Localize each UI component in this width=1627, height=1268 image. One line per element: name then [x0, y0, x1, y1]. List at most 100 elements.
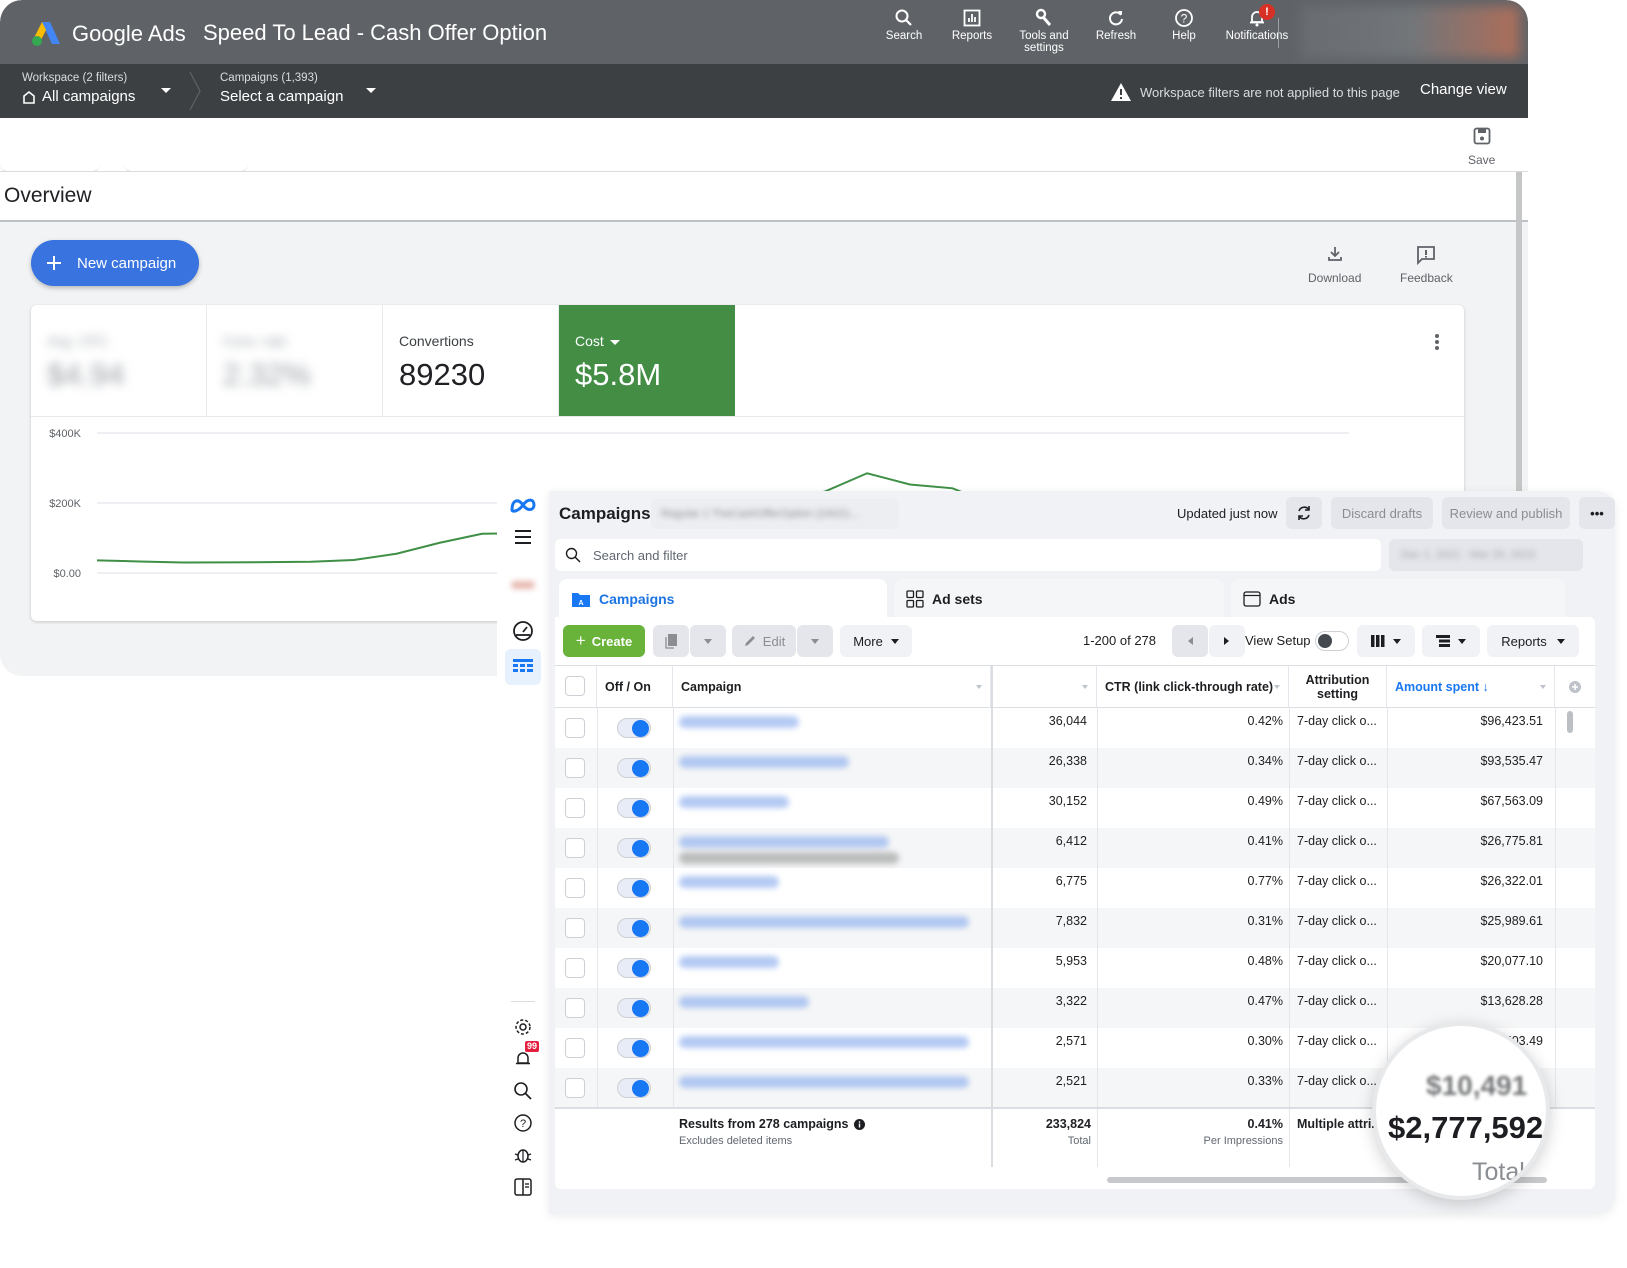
row-checkbox[interactable]	[565, 798, 585, 818]
table-row[interactable]: 6,775 0.77% 7-day click o... $26,322.01	[555, 868, 1595, 908]
campaign-name-link[interactable]	[679, 876, 779, 888]
tools-settings-button[interactable]: Tools and settings	[1006, 8, 1082, 54]
tab-ad-sets[interactable]: Ad sets	[894, 579, 1224, 619]
table-row[interactable]: 6,412 0.41% 7-day click o... $26,775.81	[555, 828, 1595, 868]
discard-drafts-button[interactable]: Discard drafts	[1331, 497, 1433, 529]
row-checkbox[interactable]	[565, 838, 585, 858]
account-avatar[interactable]	[509, 571, 537, 599]
reports-button[interactable]: Reports	[938, 8, 1006, 54]
breakdown-button[interactable]	[1422, 625, 1480, 657]
settings-button[interactable]	[509, 1013, 537, 1041]
table-row[interactable]: 3,322 0.47% 7-day click o... $13,628.28	[555, 988, 1595, 1028]
campaign-name-link[interactable]	[679, 916, 969, 928]
table-row[interactable]: 5,953 0.48% 7-day click o... $20,077.10	[555, 948, 1595, 988]
edit-button[interactable]: Edit	[732, 625, 796, 657]
header-attribution[interactable]: Attribution setting	[1289, 666, 1387, 708]
header-campaign[interactable]: Campaign	[673, 666, 991, 708]
help-button[interactable]: ? Help	[1150, 8, 1218, 54]
feedback-button[interactable]: Feedback	[1400, 244, 1453, 285]
vertical-scrollbar[interactable]	[1516, 172, 1522, 492]
metric-tile-cost[interactable]: Cost $5.8M	[559, 305, 735, 416]
search-input[interactable]	[593, 547, 1293, 563]
table-row[interactable]: 7,832 0.31% 7-day click o... $25,989.61	[555, 908, 1595, 948]
campaigns-nav-button[interactable]	[505, 649, 541, 685]
table-row[interactable]: 30,152 0.49% 7-day click o... $67,563.09	[555, 788, 1595, 828]
download-button[interactable]: Download	[1308, 244, 1361, 285]
campaign-on-off-toggle[interactable]	[617, 1038, 651, 1058]
next-page-button[interactable]	[1209, 625, 1245, 657]
row-checkbox[interactable]	[565, 918, 585, 938]
account-avatar-blurred[interactable]	[1300, 6, 1520, 58]
performance-button[interactable]	[509, 617, 537, 645]
view-setup-toggle[interactable]	[1315, 631, 1349, 651]
previous-page-button[interactable]	[1172, 625, 1208, 657]
more-options-button[interactable]: •••	[1579, 497, 1615, 529]
chevron-down-icon[interactable]	[366, 88, 376, 93]
create-button[interactable]: + Create	[563, 625, 645, 657]
table-row[interactable]: 36,044 0.42% 7-day click o... $96,423.51	[555, 708, 1595, 748]
search-button[interactable]	[509, 1077, 537, 1105]
tab-campaigns[interactable]: A Campaigns	[559, 579, 887, 619]
row-checkbox[interactable]	[565, 998, 585, 1018]
header-off-on[interactable]: Off / On	[597, 666, 673, 708]
campaign-name-link[interactable]	[679, 836, 889, 848]
refresh-button[interactable]: Refresh	[1082, 8, 1150, 54]
save-button[interactable]: Save	[1468, 126, 1495, 167]
campaign-selector[interactable]: Campaigns (1,393) Select a campaign	[220, 72, 343, 105]
add-column-button[interactable]	[1555, 666, 1595, 708]
review-publish-button[interactable]: Review and publish	[1442, 497, 1570, 529]
info-icon[interactable]	[853, 1118, 865, 1130]
campaign-name-link[interactable]	[679, 1036, 969, 1048]
change-view-button[interactable]: Change view	[1420, 81, 1507, 98]
campaign-on-off-toggle[interactable]	[617, 958, 651, 978]
more-dropdown-button[interactable]: More	[840, 625, 912, 657]
campaign-on-off-toggle[interactable]	[617, 1078, 651, 1098]
metric-tile[interactable]: Conv. rate 2.32%	[207, 305, 383, 416]
account-selector[interactable]: Regular 1 TheCashOfferOption (24021...	[651, 499, 899, 529]
row-checkbox[interactable]	[565, 1078, 585, 1098]
campaign-on-off-toggle[interactable]	[617, 798, 651, 818]
campaign-on-off-toggle[interactable]	[617, 758, 651, 778]
edit-dropdown-button[interactable]	[797, 625, 833, 657]
row-checkbox[interactable]	[565, 758, 585, 778]
campaign-name-link[interactable]	[679, 756, 849, 768]
campaign-on-off-toggle[interactable]	[617, 838, 651, 858]
duplicate-dropdown-button[interactable]	[690, 625, 726, 657]
side-panel-button[interactable]	[509, 1173, 537, 1201]
campaign-name-link[interactable]	[679, 716, 799, 728]
campaign-name-link[interactable]	[679, 1076, 969, 1088]
campaign-on-off-toggle[interactable]	[617, 878, 651, 898]
metric-tile-conversions[interactable]: Convertions 89230	[383, 305, 559, 416]
campaign-name-link[interactable]	[679, 996, 809, 1008]
menu-button[interactable]	[509, 523, 537, 551]
duplicate-button[interactable]	[653, 625, 689, 657]
workspace-selector[interactable]: Workspace (2 filters) All campaigns	[22, 72, 135, 105]
columns-button[interactable]	[1357, 625, 1415, 657]
header-ctr[interactable]: CTR (link click-through rate)	[1097, 666, 1289, 708]
new-campaign-button[interactable]: New campaign	[31, 240, 199, 286]
row-checkbox[interactable]	[565, 1038, 585, 1058]
refresh-button[interactable]	[1286, 497, 1322, 529]
tab-ads[interactable]: Ads	[1231, 579, 1565, 619]
notifications-button[interactable]: ! Notifications	[1218, 4, 1296, 54]
select-all-checkbox[interactable]	[565, 676, 585, 696]
campaign-on-off-toggle[interactable]	[617, 998, 651, 1018]
header-results[interactable]	[991, 666, 1097, 708]
more-options-icon[interactable]	[1434, 333, 1440, 351]
notifications-button[interactable]: 99	[509, 1041, 540, 1073]
report-bug-button[interactable]	[509, 1141, 537, 1169]
search-button[interactable]: Search	[870, 8, 938, 54]
chevron-down-icon[interactable]	[161, 88, 171, 93]
row-checkbox[interactable]	[565, 958, 585, 978]
campaign-on-off-toggle[interactable]	[617, 918, 651, 938]
metric-tile[interactable]: Avg. CPC $4.94	[31, 305, 207, 416]
header-amount-spent[interactable]: Amount spent ↓	[1387, 666, 1555, 708]
campaign-on-off-toggle[interactable]	[617, 718, 651, 738]
meta-logo[interactable]	[509, 491, 537, 519]
table-vertical-scrollbar[interactable]	[1567, 711, 1573, 733]
table-row[interactable]: 26,338 0.34% 7-day click o... $93,535.47	[555, 748, 1595, 788]
tab-placeholder[interactable]	[0, 158, 100, 172]
help-button[interactable]: ?	[509, 1109, 537, 1137]
row-checkbox[interactable]	[565, 718, 585, 738]
row-checkbox[interactable]	[565, 878, 585, 898]
